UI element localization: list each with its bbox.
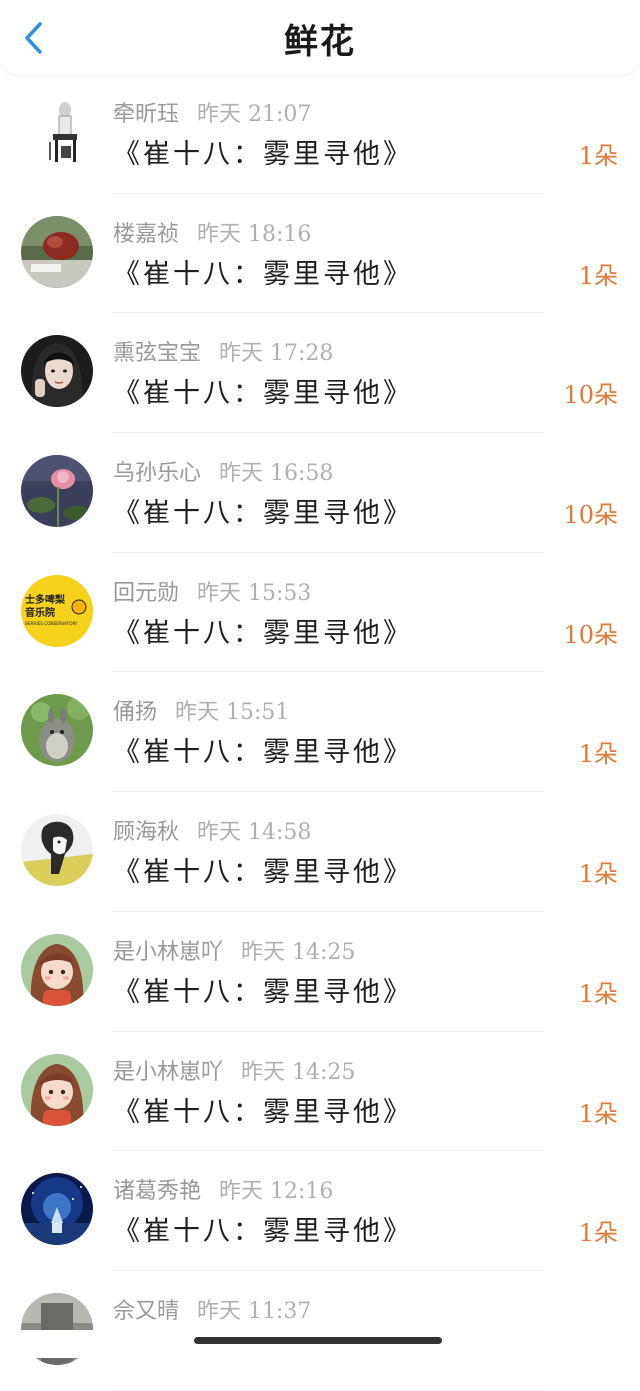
book-title: 《崔十八：雾里寻他》 xyxy=(113,258,413,290)
user-name: 佘又晴 xyxy=(113,1298,180,1324)
avatar[interactable] xyxy=(21,694,93,767)
flower-count: 1朵 xyxy=(578,261,618,290)
avatar[interactable] xyxy=(21,814,93,887)
list-item[interactable]: 俑扬 昨天 15:51 《崔十八：雾里寻他》 1朵 xyxy=(0,672,640,792)
book-title: 《崔十八：雾里寻他》 xyxy=(113,1216,413,1248)
avatar-logo-text: 音乐院 xyxy=(25,606,55,619)
timestamp: 昨天 18:16 xyxy=(197,221,312,247)
avatar[interactable] xyxy=(21,1053,93,1126)
user-name: 是小林崽吖 xyxy=(113,1059,224,1085)
list-item[interactable]: 顾海秋 昨天 14:58 《崔十八：雾里寻他》 1朵 xyxy=(0,792,640,912)
timestamp: 昨天 16:58 xyxy=(219,461,334,487)
flower-count: 1朵 xyxy=(578,860,618,889)
timestamp: 昨天 11:37 xyxy=(197,1298,312,1324)
list-item[interactable]: 牵昕珏 昨天 21:07 《崔十八：雾里寻他》 1朵 xyxy=(0,74,640,194)
list-item[interactable]: 是小林崽吖 昨天 14:25 《崔十八：雾里寻他》 1朵 xyxy=(0,1032,640,1152)
user-name: 熏弦宝宝 xyxy=(113,341,202,367)
nav-header: 鲜花 xyxy=(0,0,640,74)
book-title: 《崔十八：雾里寻他》 xyxy=(113,976,413,1008)
user-name: 楼嘉祯 xyxy=(113,221,180,247)
timestamp: 昨天 17:28 xyxy=(219,341,334,367)
flower-gift-list: 牵昕珏 昨天 21:07 《崔十八：雾里寻他》 1朵 楼嘉祯 昨天 18:16 《崔… xyxy=(0,74,640,1391)
book-title: 《崔十八：雾里寻他》 xyxy=(113,498,413,530)
book-title: 《崔十八：雾里寻他》 xyxy=(113,617,413,649)
avatar[interactable] xyxy=(21,1173,93,1246)
user-name: 顾海秋 xyxy=(113,820,180,846)
list-item[interactable]: 乌孙乐心 昨天 16:58 《崔十八：雾里寻他》 10朵 xyxy=(0,433,640,553)
flower-count: 1朵 xyxy=(578,979,618,1008)
flower-count: 1朵 xyxy=(578,142,618,170)
user-name: 诸葛秀艳 xyxy=(113,1179,202,1205)
avatar[interactable] xyxy=(21,455,93,528)
avatar-logo-text: BERRIES CONSERVATORY xyxy=(25,621,78,626)
avatar[interactable] xyxy=(21,933,93,1006)
user-name: 乌孙乐心 xyxy=(113,461,202,487)
user-name: 俑扬 xyxy=(113,700,158,726)
flower-count: 1朵 xyxy=(578,1219,618,1248)
timestamp: 昨天 15:51 xyxy=(175,700,290,726)
list-item[interactable]: 熏弦宝宝 昨天 17:28 《崔十八：雾里寻他》 10朵 xyxy=(0,313,640,433)
avatar[interactable] xyxy=(21,335,93,408)
flower-count: 1朵 xyxy=(578,1099,618,1128)
timestamp: 昨天 12:16 xyxy=(219,1179,334,1205)
list-item[interactable]: 诸葛秀艳 昨天 12:16 《崔十八：雾里寻他》 1朵 xyxy=(0,1151,640,1271)
home-indicator[interactable] xyxy=(194,1337,442,1344)
flower-count: 10朵 xyxy=(563,501,618,530)
list-item[interactable]: 士多啤梨 音乐院 BERRIES CONSERVATORY 回元勋 昨天 15:5… xyxy=(0,553,640,673)
avatar[interactable]: 士多啤梨 音乐院 BERRIES CONSERVATORY xyxy=(21,574,93,647)
list-item[interactable]: 楼嘉祯 昨天 18:16 《崔十八：雾里寻他》 1朵 xyxy=(0,194,640,314)
avatar[interactable] xyxy=(21,215,93,288)
flower-count: 1朵 xyxy=(578,740,618,769)
user-name: 牵昕珏 xyxy=(113,102,180,127)
flower-count: 10朵 xyxy=(563,381,618,410)
timestamp: 昨天 15:53 xyxy=(197,580,312,606)
page-title: 鲜花 xyxy=(284,22,356,62)
avatar-logo-text: 士多啤梨 xyxy=(25,593,66,606)
flower-count: 10朵 xyxy=(563,620,618,649)
bottom-fade xyxy=(0,1330,640,1358)
timestamp: 昨天 14:25 xyxy=(241,939,356,965)
book-title: 《崔十八：雾里寻他》 xyxy=(113,139,413,170)
book-title: 《崔十八：雾里寻他》 xyxy=(113,857,413,889)
timestamp: 昨天 14:25 xyxy=(241,1059,356,1085)
user-name: 回元勋 xyxy=(113,580,180,606)
user-name: 是小林崽吖 xyxy=(113,939,224,965)
book-title: 《崔十八：雾里寻他》 xyxy=(113,1096,413,1128)
list-item[interactable]: 是小林崽吖 昨天 14:25 《崔十八：雾里寻他》 1朵 xyxy=(0,912,640,1032)
avatar[interactable] xyxy=(21,96,93,168)
timestamp: 昨天 14:58 xyxy=(197,820,312,846)
book-title: 《崔十八：雾里寻他》 xyxy=(113,378,413,410)
book-title: 《崔十八：雾里寻他》 xyxy=(113,737,413,769)
timestamp: 昨天 21:07 xyxy=(197,102,312,127)
